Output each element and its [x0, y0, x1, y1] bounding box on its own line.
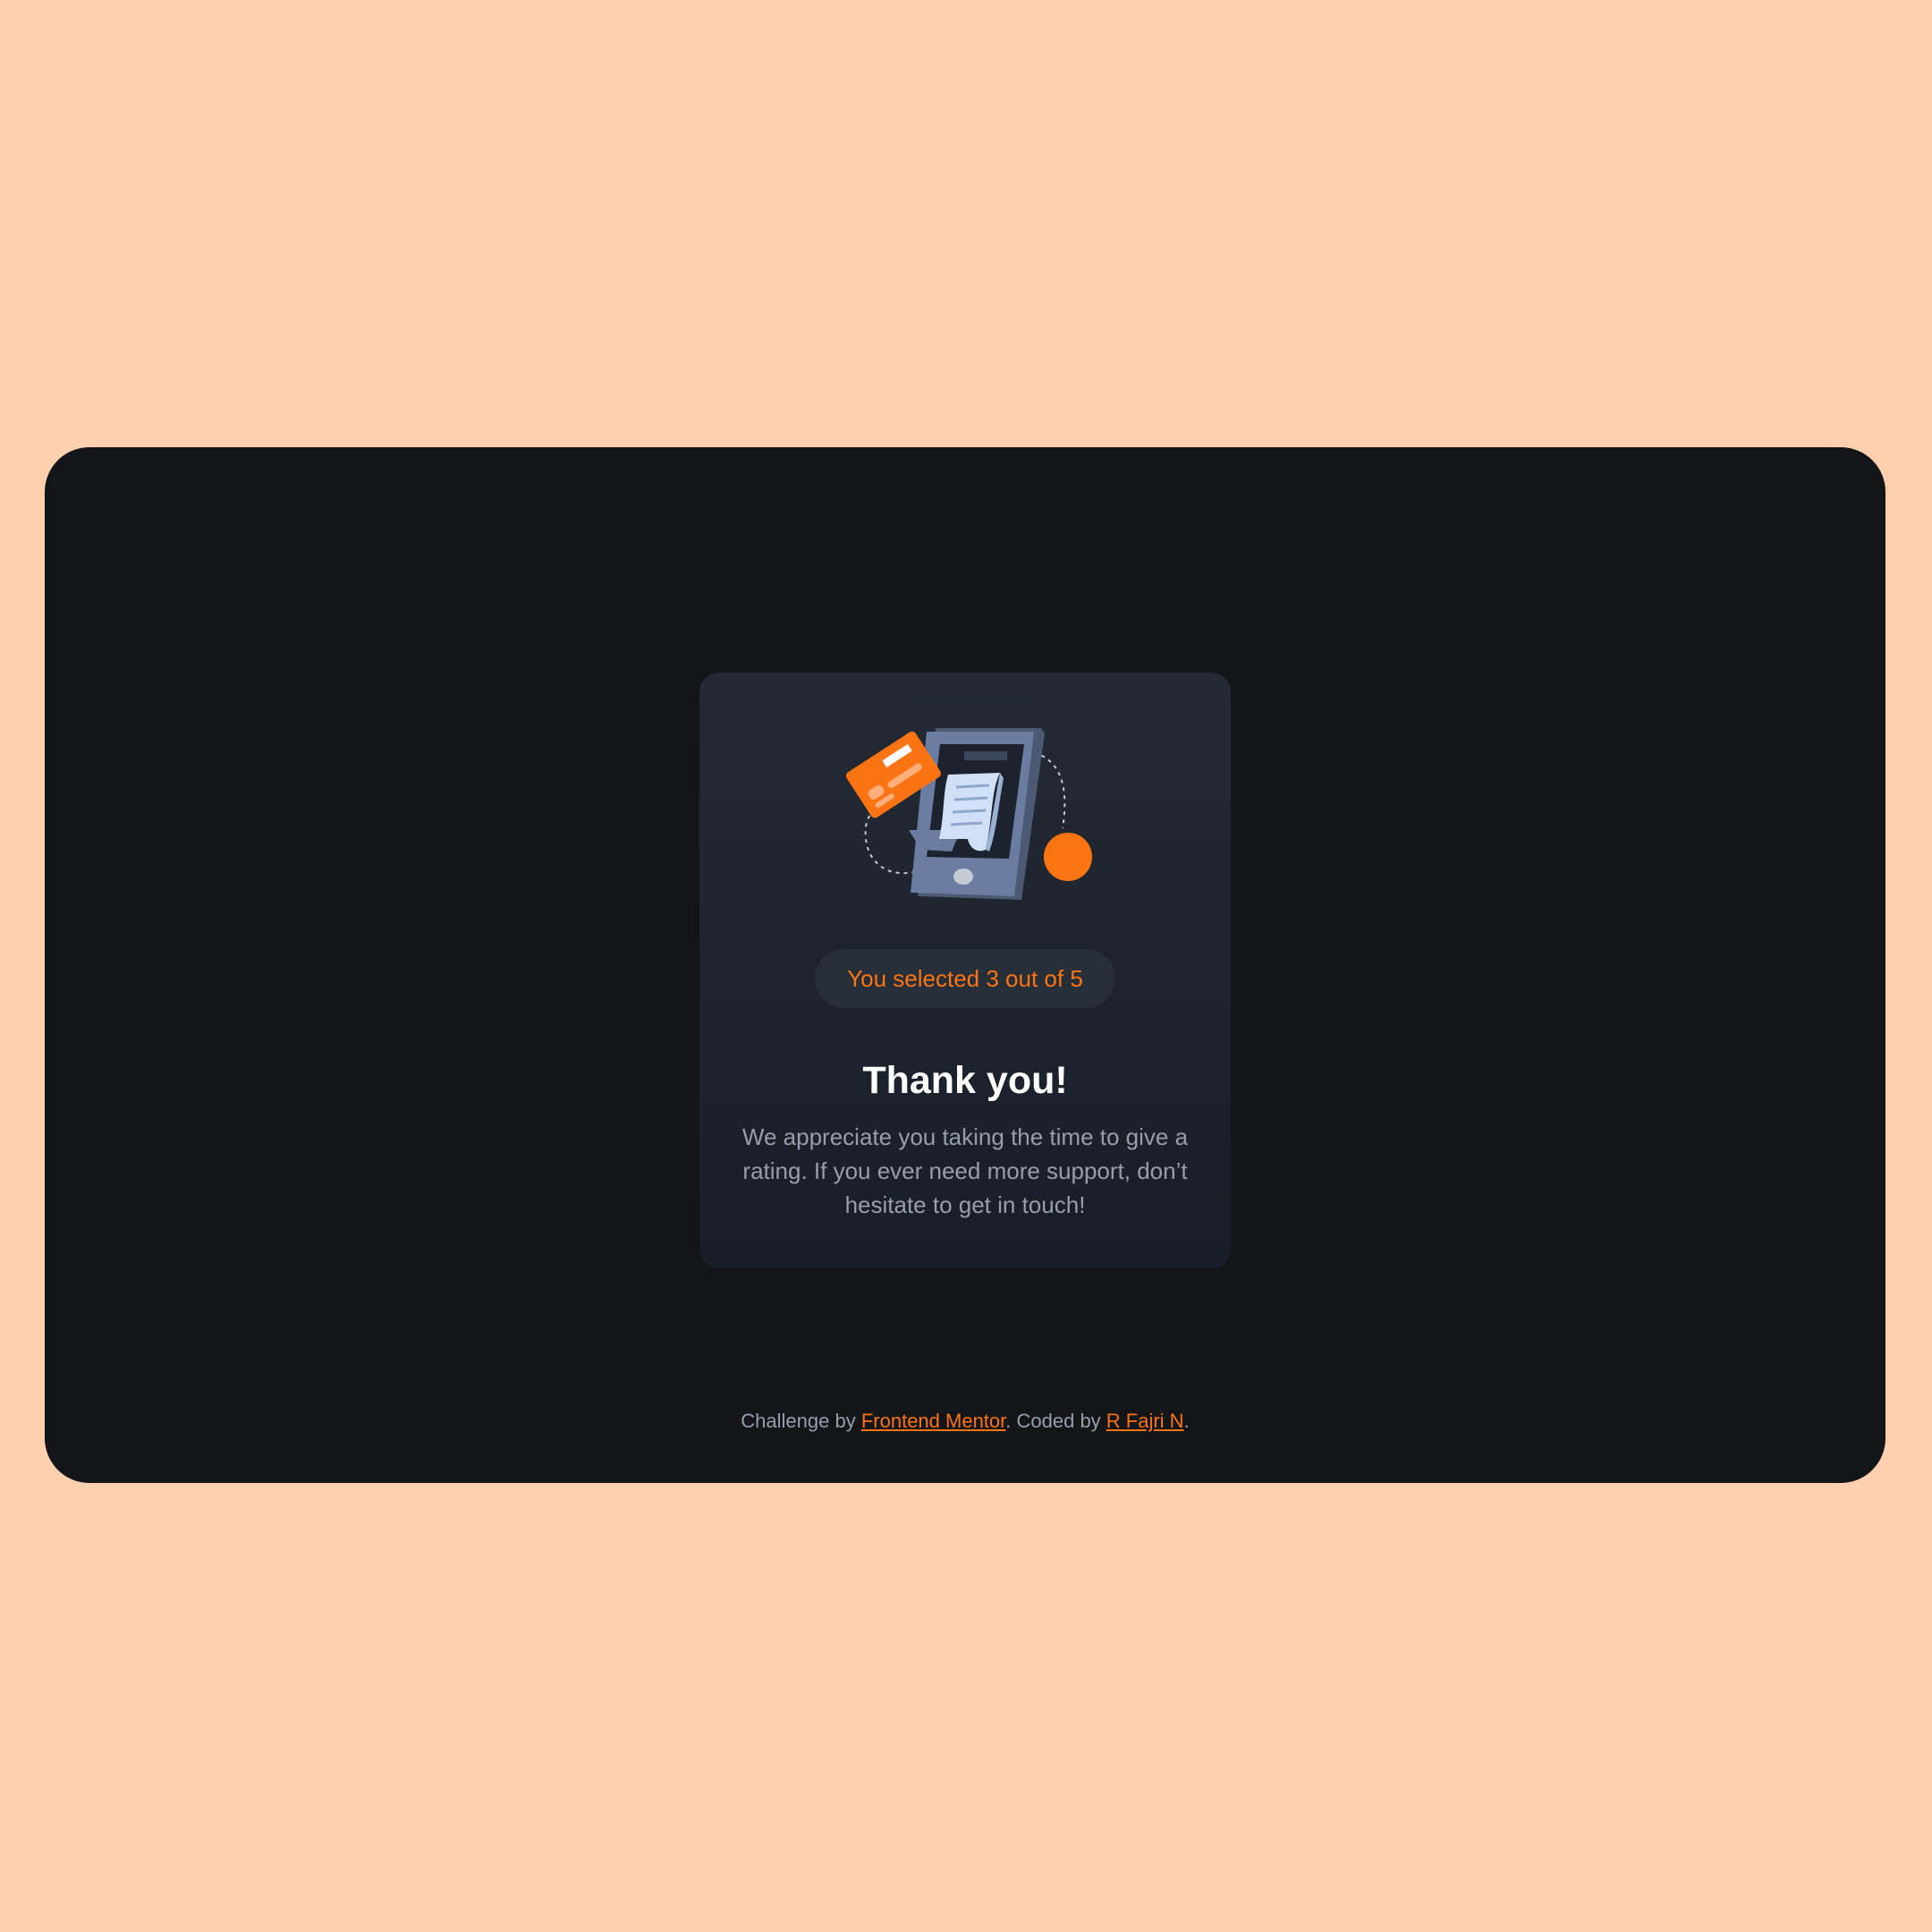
attribution-middle: . Coded by [1005, 1410, 1106, 1432]
attribution-prefix: Challenge by [741, 1410, 861, 1432]
frontend-mentor-link[interactable]: Frontend Mentor [861, 1410, 1005, 1432]
attribution-footer: Challenge by Frontend Mentor. Coded by R… [45, 1408, 1885, 1435]
browser-window: You selected 3 out of 5 Thank you! We ap… [45, 447, 1885, 1483]
payment-phone-illustration-icon [834, 728, 1102, 907]
thank-you-title: Thank you! [862, 1059, 1068, 1102]
selected-rating-badge: You selected 3 out of 5 [815, 949, 1115, 1008]
author-link[interactable]: R Fajri N [1106, 1410, 1184, 1432]
thank-you-message: We appreciate you taking the time to giv… [741, 1123, 1189, 1218]
thank-you-card: You selected 3 out of 5 Thank you! We ap… [699, 673, 1231, 1268]
attribution-suffix: . [1183, 1410, 1190, 1432]
